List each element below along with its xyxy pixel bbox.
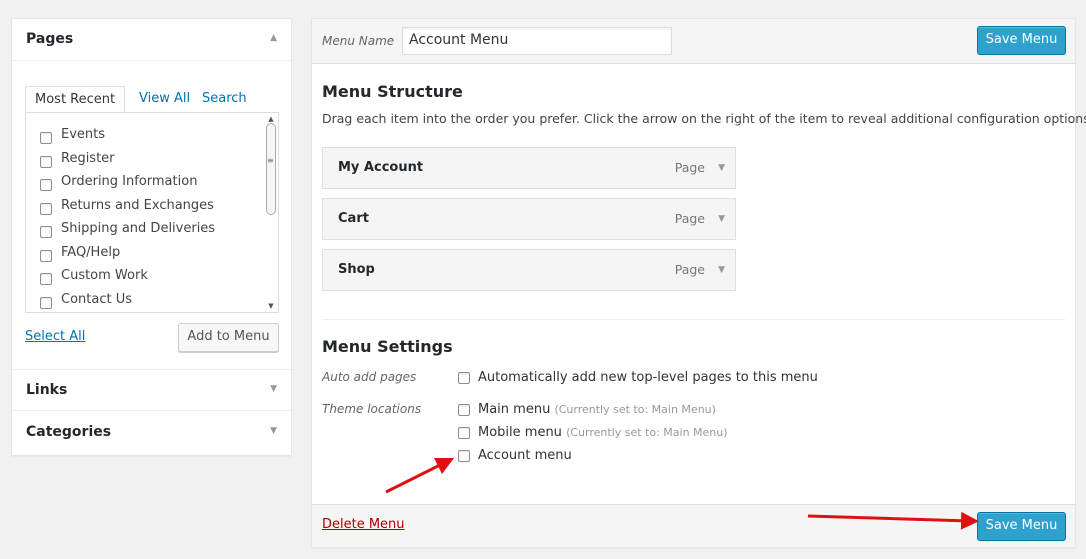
menu-structure-title: Menu Structure <box>322 82 463 101</box>
pages-scrollbar[interactable]: ▲ ≡ ▼ <box>265 114 277 311</box>
tab-most-recent[interactable]: Most Recent <box>25 86 126 113</box>
categories-section-title: Categories <box>26 424 112 440</box>
location-note: (Currently set to: Main Menu) <box>554 403 716 416</box>
page-label: Shipping and Deliveries <box>61 221 216 236</box>
page-checkbox[interactable] <box>40 155 52 168</box>
chevron-down-icon[interactable]: ▼ <box>718 163 725 173</box>
menu-header: Menu Name Account Menu Save Menu <box>312 19 1075 64</box>
page-checkbox[interactable] <box>40 202 52 215</box>
page-checkbox[interactable] <box>40 249 52 262</box>
menu-item-title: My Account <box>338 160 424 175</box>
select-all-link[interactable]: Select All <box>25 329 85 344</box>
links-section-header[interactable]: Links ▼ <box>12 369 291 411</box>
page-label: Events <box>61 127 106 142</box>
location-checkbox[interactable] <box>458 403 470 416</box>
page-checkbox[interactable] <box>40 131 52 144</box>
page-label: Register <box>61 151 115 166</box>
scrollbar-thumb[interactable] <box>266 123 276 215</box>
list-item: Contact Us <box>40 292 132 312</box>
delete-menu-link[interactable]: Delete Menu <box>322 517 405 532</box>
menu-footer: Delete Menu Save Menu <box>312 504 1075 547</box>
location-label: Account menu <box>478 448 572 463</box>
tab-search[interactable]: Search <box>193 86 256 113</box>
links-section-title: Links <box>26 382 68 398</box>
location-mobile-menu[interactable]: Mobile menu (Currently set to: Main Menu… <box>458 425 728 440</box>
auto-add-checkbox[interactable] <box>458 371 470 384</box>
menu-item-type: Page <box>674 160 705 175</box>
page-label: FAQ/Help <box>61 245 121 260</box>
page-checkbox[interactable] <box>40 296 52 309</box>
list-item: Events <box>40 127 105 152</box>
menu-item-type: Page <box>674 211 705 226</box>
list-item: Ordering Information <box>40 174 197 199</box>
location-checkbox[interactable] <box>458 449 470 462</box>
section-divider <box>322 319 1065 320</box>
collapse-up-icon[interactable]: ▲ <box>270 33 277 43</box>
theme-locations-label: Theme locations <box>322 402 422 416</box>
menu-editor-panel: Menu Name Account Menu Save Menu Menu St… <box>311 18 1086 548</box>
auto-add-option-label: Automatically add new top-level pages to… <box>478 370 818 385</box>
menu-name-input[interactable]: Account Menu <box>402 27 672 55</box>
page-checkbox[interactable] <box>40 225 52 238</box>
add-to-menu-button[interactable]: Add to Menu <box>178 323 279 352</box>
auto-add-option[interactable]: Automatically add new top-level pages to… <box>458 370 818 385</box>
page-label: Returns and Exchanges <box>61 198 214 213</box>
grip-icon: ≡ <box>267 156 274 165</box>
menu-item-title: Shop <box>338 262 375 277</box>
chevron-down-icon[interactable]: ▼ <box>718 265 725 275</box>
auto-add-label: Auto add pages <box>322 370 417 384</box>
tab-view-all[interactable]: View All <box>130 86 199 113</box>
menu-item-type: Page <box>674 262 705 277</box>
location-checkbox[interactable] <box>458 426 470 439</box>
expand-down-icon[interactable]: ▼ <box>270 384 277 394</box>
scroll-down-icon[interactable]: ▼ <box>265 301 277 311</box>
expand-down-icon[interactable]: ▼ <box>270 426 277 436</box>
pages-section-title: Pages <box>26 31 74 47</box>
location-label: Main menu <box>478 402 551 417</box>
location-account-menu[interactable]: Account menu <box>458 448 572 463</box>
page-label: Custom Work <box>61 268 148 283</box>
list-item: Shipping and Deliveries <box>40 221 215 246</box>
menu-items-sidebar: Pages ▲ Most Recent View All Search Even… <box>11 18 292 456</box>
pages-section-header[interactable]: Pages ▲ <box>12 19 291 61</box>
list-item: Custom Work <box>40 268 148 293</box>
categories-section-header[interactable]: Categories ▼ <box>12 412 291 454</box>
page-checkbox[interactable] <box>40 272 52 285</box>
page-checkbox[interactable] <box>40 178 52 191</box>
pages-checklist: Events Register Ordering Information Ret… <box>25 112 279 313</box>
save-menu-button-top[interactable]: Save Menu <box>977 26 1066 55</box>
list-item: Returns and Exchanges <box>40 198 214 223</box>
save-menu-button-bottom[interactable]: Save Menu <box>977 512 1066 541</box>
page-label: Ordering Information <box>61 174 198 189</box>
menu-item-my-account[interactable]: My Account Page ▼ <box>322 147 736 189</box>
list-item: FAQ/Help <box>40 245 120 270</box>
location-note: (Currently set to: Main Menu) <box>566 426 728 439</box>
menu-structure-description: Drag each item into the order you prefer… <box>322 111 1086 126</box>
menu-item-shop[interactable]: Shop Page ▼ <box>322 249 736 291</box>
menu-settings-title: Menu Settings <box>322 337 453 356</box>
location-label: Mobile menu <box>478 425 562 440</box>
page-label: Contact Us <box>61 292 132 307</box>
menu-item-title: Cart <box>338 211 369 226</box>
menu-name-label: Menu Name <box>322 34 395 48</box>
location-main-menu[interactable]: Main menu (Currently set to: Main Menu) <box>458 402 716 417</box>
menu-item-cart[interactable]: Cart Page ▼ <box>322 198 736 240</box>
chevron-down-icon[interactable]: ▼ <box>718 214 725 224</box>
list-item: Register <box>40 151 115 176</box>
